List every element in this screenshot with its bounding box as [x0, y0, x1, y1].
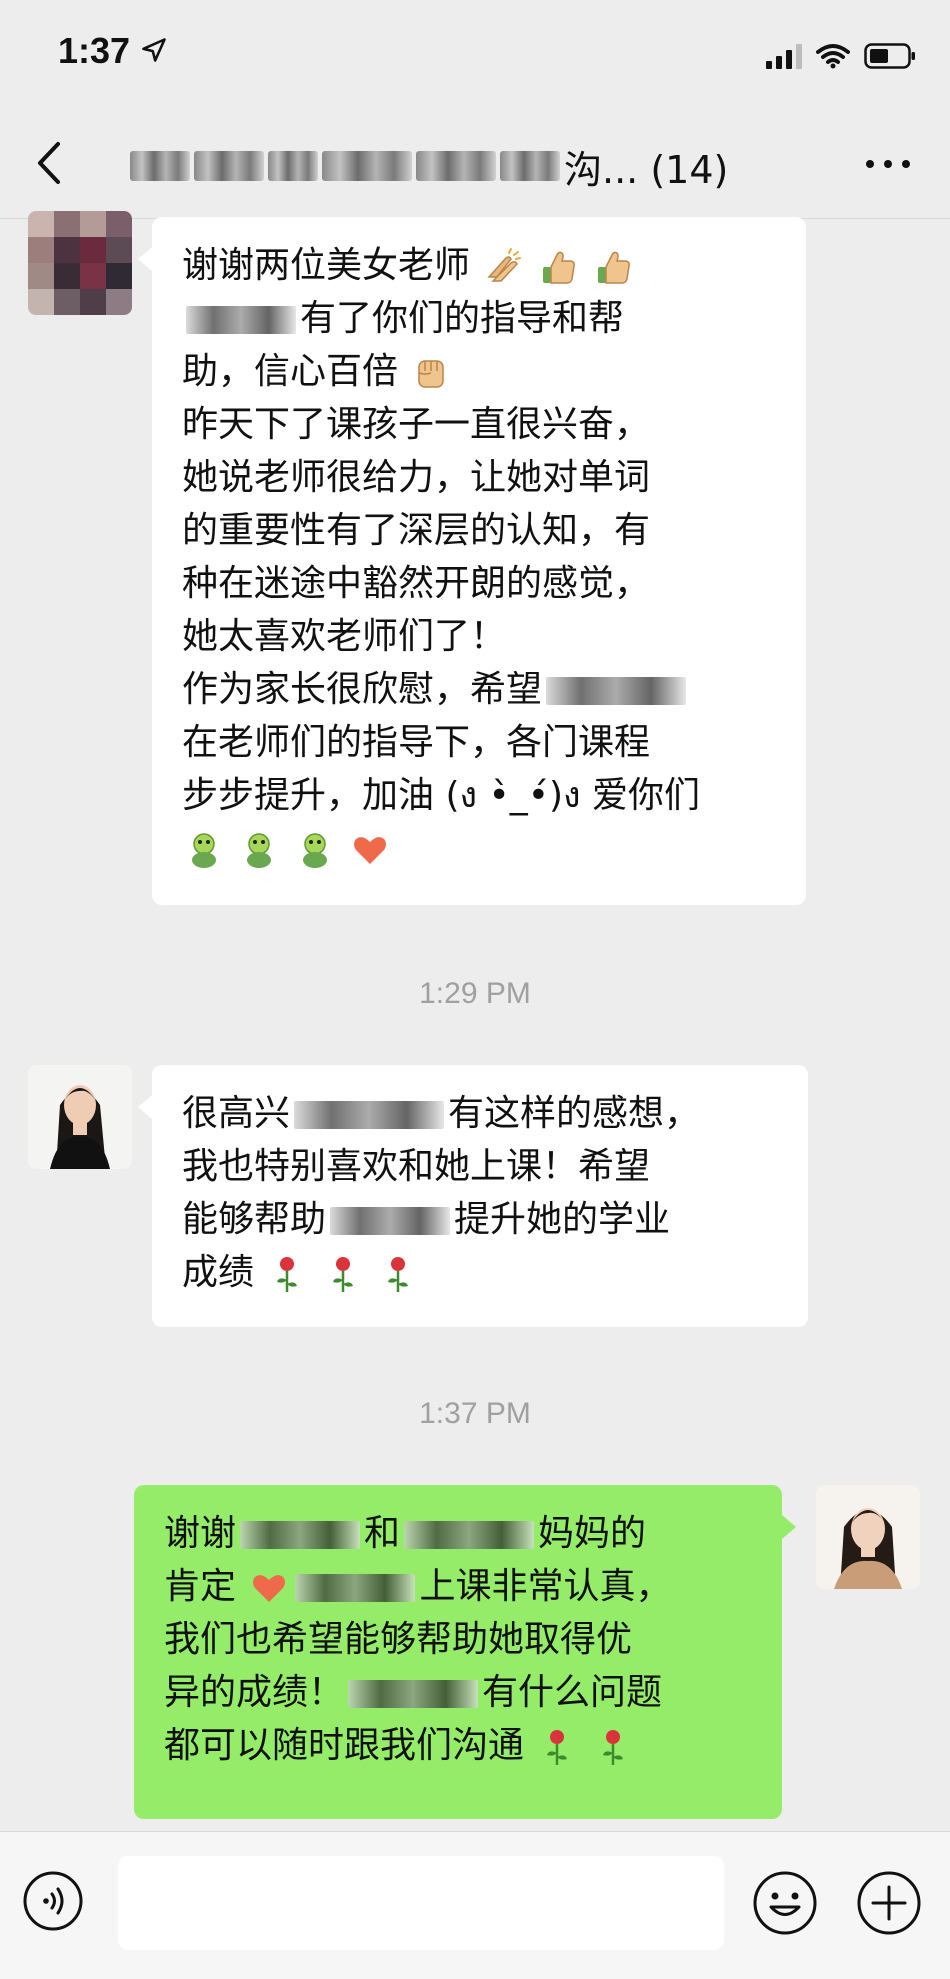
- message-line: 谢谢 和 妈妈的: [164, 1507, 754, 1560]
- message-text: 有了你们的指导和帮: [300, 298, 625, 339]
- rose-emoji: [547, 1730, 568, 1765]
- message-line: 的重要性有了深层的认知，有: [182, 510, 651, 551]
- message-line: 她说老师很给力，让她对单词: [182, 457, 651, 498]
- message-line: 作为家长很欣慰，希望: [182, 663, 778, 716]
- chat-title-suffix: 沟... (14): [564, 147, 729, 192]
- message-text: 能够帮助: [182, 1199, 327, 1240]
- voice-icon[interactable]: [22, 1870, 84, 1932]
- message-text: 谢谢两位美女老师: [182, 245, 471, 286]
- message-line: 助，信心百倍: [182, 345, 778, 398]
- redacted-title: [268, 151, 318, 181]
- message-text: 提升她的学业: [454, 1199, 671, 1240]
- signal-icon: [766, 44, 802, 69]
- message-line: 种在迷途中豁然开朗的感觉，: [182, 563, 651, 604]
- frog-emoji: [247, 833, 272, 868]
- redacted-title: [416, 151, 496, 181]
- redacted-name: [294, 1101, 445, 1129]
- teacher-avatar: [28, 1065, 132, 1169]
- message-line: 成绩: [182, 1246, 780, 1299]
- message-text: 都可以随时跟我们沟通: [164, 1725, 525, 1766]
- redacted-title: [194, 151, 264, 181]
- redacted-name: [330, 1207, 451, 1235]
- heart-emoji: [253, 1575, 286, 1602]
- back-chevron-icon[interactable]: [34, 138, 64, 188]
- redacted-title: [322, 151, 412, 181]
- message-text: 上课非常认真，: [419, 1566, 672, 1607]
- message-text: 成绩: [182, 1252, 255, 1293]
- chat-header: 沟... (14): [0, 108, 950, 219]
- battery-icon: [864, 43, 915, 69]
- frog-emoji: [302, 833, 327, 868]
- message-text: 有这样的感想，: [448, 1093, 701, 1134]
- timestamp: 1:29 PM: [419, 977, 531, 1010]
- plus-icon[interactable]: [856, 1870, 922, 1936]
- message-line: 在老师们的指导下，各门课程: [182, 722, 651, 763]
- redacted-name: [348, 1680, 479, 1708]
- message-line: 很高兴 有这样的感想，: [182, 1087, 780, 1140]
- message-text: 有什么问题: [482, 1672, 663, 1713]
- pixelated-avatar: [28, 211, 132, 315]
- fist-emoji: [418, 360, 445, 388]
- thumbs-up-emoji: [598, 251, 631, 284]
- message-text: 很高兴: [182, 1093, 291, 1134]
- status-indicators: [766, 36, 916, 76]
- thumbs-up-emoji: [542, 251, 575, 284]
- rose-emoji: [332, 1257, 353, 1292]
- teacher-avatar: [816, 1485, 920, 1589]
- emoji-icon[interactable]: [752, 1870, 818, 1936]
- message-text: 谢谢: [164, 1513, 237, 1554]
- rose-emoji: [388, 1257, 409, 1292]
- message-text: 作为家长很欣慰，希望: [182, 669, 543, 710]
- redacted-name: [240, 1521, 361, 1549]
- redacted-name: [546, 677, 687, 705]
- message-text: 妈妈的: [538, 1513, 647, 1554]
- message-line: 有了你们的指导和帮: [182, 292, 778, 345]
- message-bubble[interactable]: 谢谢 和 妈妈的 肯定 上课非常认真， 我们也希望能够帮助她取得优 异的成绩！ 有什么…: [134, 1485, 796, 1819]
- avatar[interactable]: [28, 211, 132, 315]
- message-line: 我也特别喜欢和她上课！希望: [182, 1146, 651, 1187]
- timestamp: 1:37 PM: [419, 1397, 531, 1430]
- message-line: 异的成绩！ 有什么问题: [164, 1666, 754, 1719]
- message-line: 能够帮助 提升她的学业: [182, 1193, 780, 1246]
- status-time: 1:37: [58, 30, 131, 71]
- message-text: 异的成绩！: [164, 1672, 345, 1713]
- message-line: [182, 822, 778, 875]
- message-line: 昨天下了课孩子一直很兴奋，: [182, 404, 651, 445]
- avatar[interactable]: [816, 1485, 920, 1589]
- rose-emoji: [602, 1730, 623, 1765]
- redacted-name: [295, 1574, 416, 1602]
- more-icon[interactable]: [866, 160, 910, 168]
- redacted-title: [130, 151, 190, 181]
- rose-emoji: [277, 1257, 298, 1292]
- message-text: 助，信心百倍: [182, 351, 399, 392]
- message-line: 她太喜欢老师们了！: [182, 616, 507, 657]
- message-line: 都可以随时跟我们沟通: [164, 1719, 754, 1772]
- message-line: 肯定 上课非常认真，: [164, 1560, 754, 1613]
- message-line: 谢谢两位美女老师: [182, 239, 778, 292]
- avatar[interactable]: [28, 1065, 132, 1169]
- redacted-name: [404, 1521, 535, 1549]
- redacted-name: [186, 306, 296, 334]
- heart-emoji: [354, 837, 387, 864]
- message-text: 肯定: [164, 1566, 237, 1607]
- message-line: 我们也希望能够帮助她取得优: [164, 1619, 633, 1660]
- frog-emoji: [192, 833, 216, 868]
- redacted-title: [500, 151, 560, 181]
- message-bubble[interactable]: 很高兴 有这样的感想， 我也特别喜欢和她上课！希望 能够帮助 提升她的学业 成绩: [138, 1065, 808, 1327]
- wifi-icon: [816, 44, 850, 69]
- clap-emoji: [487, 248, 522, 282]
- message-list[interactable]: 谢谢两位美女老师 有了你们的指导和帮 助，信心百倍 昨天下了课孩子一直很兴奋， …: [0, 211, 950, 1831]
- location-arrow-icon: [142, 38, 166, 62]
- message-line: 步步提升，加油 (ง •̀_•́)ง 爱你们: [182, 775, 701, 816]
- chat-title: 沟... (14): [130, 144, 728, 192]
- input-bar: [0, 1831, 950, 1979]
- message-input[interactable]: [118, 1856, 724, 1950]
- message-text: 和: [364, 1513, 401, 1554]
- message-bubble[interactable]: 谢谢两位美女老师 有了你们的指导和帮 助，信心百倍 昨天下了课孩子一直很兴奋， …: [138, 217, 806, 905]
- status-bar: 1:37: [0, 0, 950, 108]
